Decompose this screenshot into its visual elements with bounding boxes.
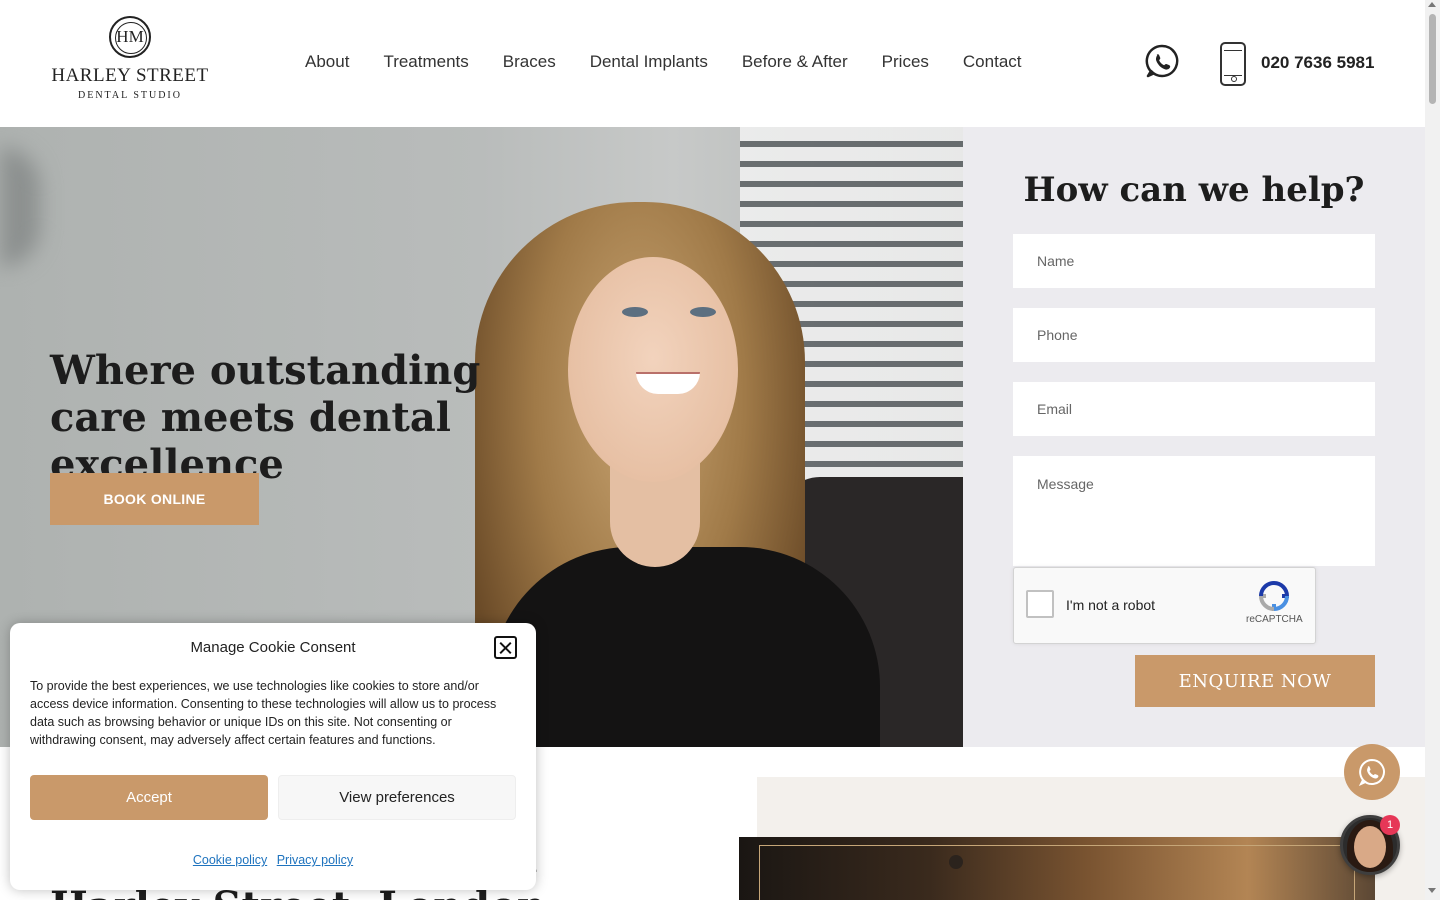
close-icon[interactable]: [494, 636, 517, 659]
cookie-text: To provide the best experiences, we use …: [30, 679, 497, 747]
cookie-consent-dialog: Manage Cookie Consent To provide the bes…: [10, 623, 536, 890]
lower-section-photo: [739, 837, 1375, 900]
recaptcha-widget: I'm not a robot reCAPTCHA: [1013, 567, 1316, 644]
privacy-policy-link[interactable]: Privacy policy: [277, 853, 353, 867]
phone-number[interactable]: 020 7636 5981: [1261, 53, 1374, 73]
lower-photo-frame: [759, 845, 1355, 900]
recaptcha-brand: reCAPTCHA: [1246, 614, 1303, 625]
recaptcha-label: I'm not a robot: [1066, 597, 1156, 613]
site-header: HM HARLEY STREET DENTAL STUDIO About Tre…: [0, 0, 1425, 127]
hero-shadow: [0, 147, 40, 267]
scroll-up-icon[interactable]: [1428, 2, 1436, 7]
logo[interactable]: HM HARLEY STREET DENTAL STUDIO: [50, 16, 210, 110]
email-field[interactable]: [1013, 382, 1375, 436]
scroll-down-icon[interactable]: [1428, 888, 1436, 893]
hero-portrait-body: [490, 547, 880, 747]
mobile-phone-icon[interactable]: [1220, 42, 1246, 86]
scrollbar[interactable]: [1425, 0, 1440, 900]
logo-monogram: HM: [116, 27, 144, 46]
view-preferences-button[interactable]: View preferences: [278, 775, 516, 820]
floating-whatsapp-button[interactable]: [1344, 744, 1400, 800]
enquire-now-button[interactable]: ENQUIRE NOW: [1135, 655, 1375, 707]
whatsapp-icon[interactable]: [1145, 44, 1179, 78]
enquiry-form-panel: How can we help? I'm not a robot reCAPTC…: [963, 127, 1425, 747]
logo-subtitle: DENTAL STUDIO: [78, 90, 182, 101]
lower-photo-knob: [949, 855, 963, 869]
chat-avatar: [1354, 826, 1386, 868]
nav-contact[interactable]: Contact: [963, 52, 1022, 72]
hero-title: Where outstanding care meets dental exce…: [50, 347, 481, 488]
hero-portrait-face: [568, 257, 738, 482]
accept-button[interactable]: Accept: [30, 775, 268, 820]
nav-dental-implants[interactable]: Dental Implants: [590, 52, 708, 72]
hero-portrait-eye-left: [622, 307, 648, 317]
nav-prices[interactable]: Prices: [882, 52, 929, 72]
nav-treatments[interactable]: Treatments: [383, 52, 468, 72]
logo-title: HARLEY STREET: [51, 65, 209, 86]
nav-braces[interactable]: Braces: [503, 52, 556, 72]
whatsapp-icon: [1358, 758, 1385, 786]
name-field[interactable]: [1013, 234, 1375, 288]
phone-field[interactable]: [1013, 308, 1375, 362]
recaptcha-logo-icon: [1258, 580, 1290, 612]
logo-monogram-icon: HM: [109, 16, 151, 58]
scrollbar-thumb[interactable]: [1429, 14, 1436, 104]
cookie-links: Cookie policy Privacy policy: [10, 853, 536, 867]
hero-portrait-eye-right: [690, 307, 716, 317]
message-field[interactable]: [1013, 456, 1375, 566]
nav-about[interactable]: About: [305, 52, 349, 72]
cookie-policy-link[interactable]: Cookie policy: [193, 853, 267, 867]
form-title: How can we help?: [1023, 170, 1365, 210]
chat-notification-badge: 1: [1380, 815, 1400, 835]
book-online-button[interactable]: BOOK ONLINE: [50, 473, 259, 525]
nav-before-after[interactable]: Before & After: [742, 52, 848, 72]
main-nav: About Treatments Braces Dental Implants …: [305, 52, 1056, 72]
cookie-title: Manage Cookie Consent: [190, 639, 356, 656]
recaptcha-checkbox[interactable]: [1026, 590, 1054, 618]
